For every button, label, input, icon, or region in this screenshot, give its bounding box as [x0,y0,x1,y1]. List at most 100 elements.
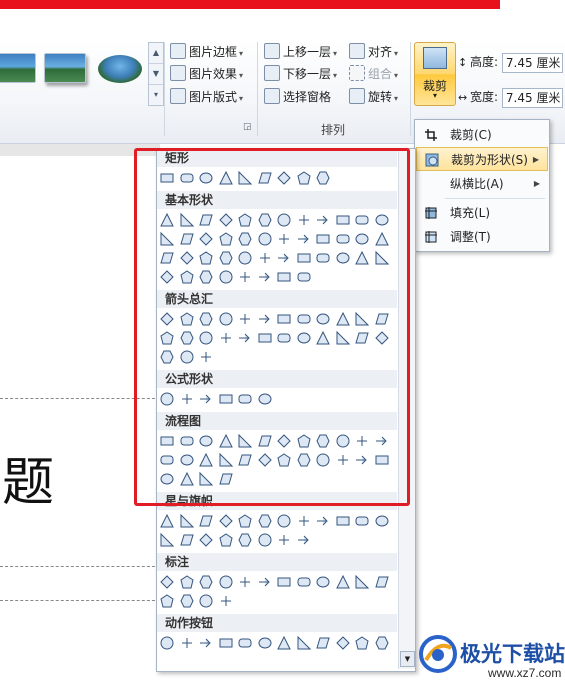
shape-option-icon[interactable] [296,171,311,185]
shape-option-icon[interactable] [277,533,291,547]
shape-option-icon[interactable] [335,636,350,650]
shape-option-icon[interactable] [258,533,272,547]
shape-option-icon[interactable] [219,270,233,284]
shape-option-icon[interactable] [199,171,213,185]
shape-option-icon[interactable] [258,331,272,345]
shape-option-icon[interactable] [179,251,194,265]
shape-option-icon[interactable] [297,331,311,345]
shape-option-icon[interactable] [355,331,369,345]
shape-option-icon[interactable] [355,251,369,265]
shape-option-icon[interactable] [199,312,213,326]
shape-option-icon[interactable] [160,636,174,650]
shape-option-icon[interactable] [316,251,330,265]
shape-option-icon[interactable] [258,575,272,589]
shape-option-icon[interactable] [199,270,213,284]
shape-option-icon[interactable] [199,232,213,246]
shape-option-icon[interactable] [180,453,194,467]
menu-item-crop[interactable]: 裁剪(C) [416,123,548,147]
shape-option-icon[interactable] [160,270,174,284]
shape-option-icon[interactable] [218,213,233,227]
dialog-launcher-icon[interactable]: ◲ [243,122,252,132]
shape-option-icon[interactable] [179,270,194,284]
shape-option-icon[interactable] [355,514,369,528]
shape-option-icon[interactable] [199,453,213,467]
shape-option-icon[interactable] [355,312,369,326]
shape-option-icon[interactable] [199,350,213,364]
shape-option-icon[interactable] [199,434,213,448]
shape-option-icon[interactable] [316,514,330,528]
shape-option-icon[interactable] [160,171,174,185]
shape-option-icon[interactable] [336,232,350,246]
shape-option-icon[interactable] [336,434,350,448]
shape-option-icon[interactable] [355,575,369,589]
shape-option-icon[interactable] [258,312,272,326]
shape-option-icon[interactable] [277,171,291,185]
shape-option-icon[interactable] [277,251,291,265]
menu-item-fit[interactable]: 调整(T) [416,225,548,249]
shape-option-icon[interactable] [316,232,330,246]
shape-option-icon[interactable] [238,636,252,650]
shape-option-icon[interactable] [277,453,291,467]
shape-option-icon[interactable] [277,514,291,528]
shape-option-icon[interactable] [297,232,311,246]
shape-option-icon[interactable] [238,270,252,284]
shape-option-icon[interactable] [218,171,233,185]
shape-option-icon[interactable] [277,213,291,227]
shape-option-icon[interactable] [179,594,194,608]
shape-option-icon[interactable] [258,270,272,284]
shape-option-icon[interactable] [297,270,311,284]
group-button[interactable]: 组合 ▾ [349,64,398,84]
shape-option-icon[interactable] [160,350,174,364]
height-input[interactable]: 7.45 厘米 [501,52,563,73]
shape-option-icon[interactable] [355,232,369,246]
picture-style-thumbnail-2[interactable] [44,53,86,83]
menu-item-crop-to-shape[interactable]: 裁剪为形状(S) ▶ [416,147,548,171]
shape-option-icon[interactable] [296,434,311,448]
shape-option-icon[interactable] [355,434,369,448]
picture-effects-button[interactable]: 图片效果 ▾ [170,64,243,84]
shape-option-icon[interactable] [316,636,330,650]
shape-option-icon[interactable] [218,472,233,486]
slide-title-text[interactable]: 题 [2,440,54,515]
shape-option-icon[interactable] [219,636,233,650]
menu-item-fill[interactable]: 填充(L) [416,201,548,225]
scroll-down-icon[interactable]: ▼ [400,651,415,667]
shape-option-icon[interactable] [257,434,272,448]
selection-pane-button[interactable]: 选择窗格 [264,87,331,107]
shape-option-icon[interactable] [297,312,311,326]
shape-option-icon[interactable] [355,213,369,227]
shape-option-icon[interactable] [297,213,311,227]
shape-option-icon[interactable] [297,575,311,589]
shape-option-icon[interactable] [374,331,389,345]
shape-option-icon[interactable] [258,636,272,650]
shape-option-icon[interactable] [238,312,252,326]
shape-option-icon[interactable] [179,331,194,345]
shape-option-icon[interactable] [336,331,350,345]
shape-option-icon[interactable] [316,434,330,448]
menu-item-aspect-ratio[interactable]: 纵横比(A) ▶ [416,172,548,196]
shape-option-icon[interactable] [277,270,291,284]
shape-option-icon[interactable] [335,312,350,326]
rotate-button[interactable]: 旋转 ▾ [349,87,398,107]
shape-option-icon[interactable] [297,636,311,650]
align-button[interactable]: 对齐 ▾ [349,42,398,62]
shape-option-icon[interactable] [180,434,194,448]
shape-option-icon[interactable] [257,453,272,467]
shape-option-icon[interactable] [199,533,213,547]
shape-option-icon[interactable] [257,171,272,185]
shape-option-icon[interactable] [199,213,213,227]
shape-option-icon[interactable] [160,434,174,448]
shape-option-icon[interactable] [160,453,174,467]
shape-option-icon[interactable] [180,392,194,406]
shape-option-icon[interactable] [336,251,350,265]
shape-option-icon[interactable] [179,472,194,486]
shape-option-icon[interactable] [238,434,252,448]
crop-button[interactable]: 裁剪 ▾ [414,42,456,106]
shape-option-icon[interactable] [179,575,194,589]
shape-option-icon[interactable] [375,213,389,227]
shape-option-icon[interactable] [199,636,213,650]
bring-forward-button[interactable]: 上移一层 ▾ [264,42,337,62]
shape-option-icon[interactable] [374,232,389,246]
shape-option-icon[interactable] [277,636,291,650]
shape-option-icon[interactable] [336,514,350,528]
